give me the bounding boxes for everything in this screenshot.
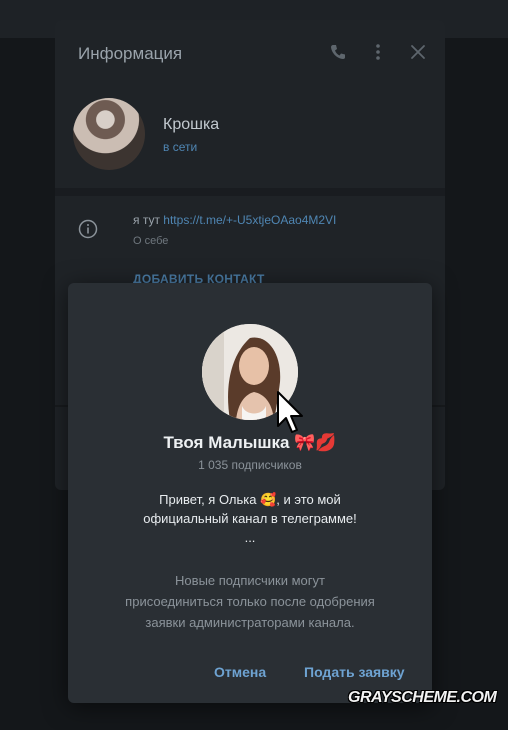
bio-text: я тут https://t.me/+-U5xtjeOAao4M2VI xyxy=(133,213,336,227)
profile-row: Крошка в сети xyxy=(55,82,445,192)
description-line: официальный канал в телеграмме! xyxy=(143,511,357,526)
bio-link[interactable]: https://t.me/+-U5xtjeOAao4M2VI xyxy=(163,213,336,227)
info-icon xyxy=(78,219,98,239)
channel-name: Твоя Малышка 🎀💋 xyxy=(163,433,337,452)
info-title: Информация xyxy=(78,44,183,63)
profile-name: Крошка xyxy=(163,116,220,133)
close-icon[interactable] xyxy=(408,42,428,62)
bio-label: О себе xyxy=(133,235,169,247)
notice-line: присоединиться только после одобрения xyxy=(125,594,375,609)
info-header: Информация xyxy=(55,20,445,82)
description-line: ... xyxy=(244,530,256,545)
phone-icon[interactable] xyxy=(328,42,348,62)
profile-status: в сети xyxy=(163,140,198,154)
approval-notice: Новые подписчики могут присоединиться то… xyxy=(88,570,412,633)
cancel-button[interactable]: Отмена xyxy=(214,664,266,680)
notice-line: заявки администраторами канала. xyxy=(145,615,355,630)
mouse-cursor-icon xyxy=(277,391,303,433)
channel-description: Привет, я Олька 🥰, и это мой официальный… xyxy=(88,490,412,547)
profile-avatar[interactable] xyxy=(73,98,145,170)
bio-prefix: я тут xyxy=(133,213,164,227)
description-line: Привет, я Олька 🥰, и это мой xyxy=(159,492,341,507)
more-vertical-icon[interactable] xyxy=(368,42,388,62)
subscriber-count: 1 035 подписчиков xyxy=(198,458,302,472)
section-divider xyxy=(55,188,445,196)
notice-line: Новые подписчики могут xyxy=(175,573,325,588)
watermark: GRAYSCHEME.COM xyxy=(348,689,497,706)
submit-request-button[interactable]: Подать заявку xyxy=(304,664,405,680)
join-channel-dialog: Твоя Малышка 🎀💋 1 035 подписчиков Привет… xyxy=(68,283,432,703)
